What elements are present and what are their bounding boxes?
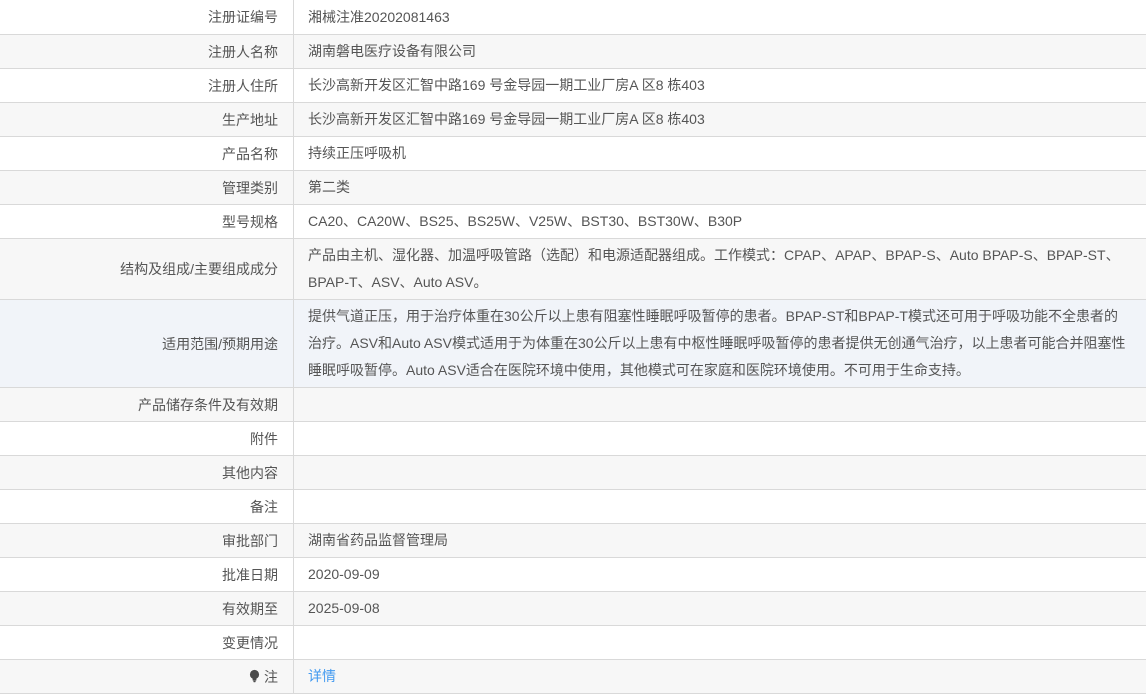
- row-value: 2020-09-09: [293, 558, 1146, 591]
- row-label: 产品储存条件及有效期: [0, 388, 293, 421]
- row-label: 型号规格: [0, 205, 293, 238]
- row-label-text: 管理类别: [222, 178, 278, 198]
- row-value-text: 提供气道正压，用于治疗体重在30公斤以上患有阻塞性睡眠呼吸暂停的患者。BPAP-…: [308, 303, 1126, 384]
- row-value: [293, 456, 1146, 489]
- table-row: 有效期至 2025-09-08: [0, 591, 1146, 625]
- row-value: 湖南磐电医疗设备有限公司: [293, 35, 1146, 68]
- row-value-text: 长沙高新开发区汇智中路169 号金导园一期工业厂房A 区8 栋403: [308, 106, 705, 133]
- row-value-text: 湖南省药品监督管理局: [308, 527, 448, 554]
- row-label-text: 适用范围/预期用途: [162, 334, 278, 354]
- table-row: 产品名称 持续正压呼吸机: [0, 136, 1146, 170]
- row-value: 提供气道正压，用于治疗体重在30公斤以上患有阻塞性睡眠呼吸暂停的患者。BPAP-…: [293, 300, 1146, 387]
- row-label: 注册证编号: [0, 0, 293, 34]
- row-label: 注册人住所: [0, 69, 293, 102]
- table-row: 结构及组成/主要组成成分 产品由主机、湿化器、加温呼吸管路（选配）和电源适配器组…: [0, 238, 1146, 299]
- table-row: 批准日期 2020-09-09: [0, 557, 1146, 591]
- row-value: [293, 626, 1146, 659]
- row-label-text: 生产地址: [222, 110, 278, 130]
- row-label: 适用范围/预期用途: [0, 300, 293, 387]
- detail-link[interactable]: 详情: [308, 663, 336, 690]
- row-label-text: 注: [264, 667, 278, 687]
- row-label-text: 备注: [250, 497, 278, 517]
- row-value: [293, 490, 1146, 523]
- table-row: 注 详情: [0, 659, 1146, 693]
- table-row: 附件: [0, 421, 1146, 455]
- table-row: 其他内容: [0, 455, 1146, 489]
- table-row: 生产地址 长沙高新开发区汇智中路169 号金导园一期工业厂房A 区8 栋403: [0, 102, 1146, 136]
- row-value: 详情: [293, 660, 1146, 693]
- row-label-text: 附件: [250, 429, 278, 449]
- row-value-text: 长沙高新开发区汇智中路169 号金导园一期工业厂房A 区8 栋403: [308, 72, 705, 99]
- row-label: 其他内容: [0, 456, 293, 489]
- row-value-text: 2020-09-09: [308, 561, 380, 588]
- row-label-text: 产品储存条件及有效期: [138, 395, 278, 415]
- row-label-text: 注册人名称: [208, 42, 278, 62]
- row-value: CA20、CA20W、BS25、BS25W、V25W、BST30、BST30W、…: [293, 205, 1146, 238]
- table-row: 产品储存条件及有效期: [0, 387, 1146, 421]
- table-row: 管理类别 第二类: [0, 170, 1146, 204]
- row-label-text: 型号规格: [222, 212, 278, 232]
- row-label-text: 结构及组成/主要组成成分: [120, 259, 278, 279]
- row-value: 长沙高新开发区汇智中路169 号金导园一期工业厂房A 区8 栋403: [293, 103, 1146, 136]
- row-label: 生产地址: [0, 103, 293, 136]
- row-label-text: 批准日期: [222, 565, 278, 585]
- row-label-text: 注册证编号: [208, 7, 278, 27]
- row-value: 第二类: [293, 171, 1146, 204]
- row-label: 附件: [0, 422, 293, 455]
- table-row: 注册人名称 湖南磐电医疗设备有限公司: [0, 34, 1146, 68]
- row-value-text: 2025-09-08: [308, 595, 380, 622]
- row-value-text: 第二类: [308, 174, 350, 201]
- row-value: [293, 388, 1146, 421]
- table-row: 注册证编号 湘械注准20202081463: [0, 0, 1146, 34]
- row-value: 长沙高新开发区汇智中路169 号金导园一期工业厂房A 区8 栋403: [293, 69, 1146, 102]
- row-label: 有效期至: [0, 592, 293, 625]
- table-row: 型号规格 CA20、CA20W、BS25、BS25W、V25W、BST30、BS…: [0, 204, 1146, 238]
- row-label: 注册人名称: [0, 35, 293, 68]
- row-value-text: 湖南磐电医疗设备有限公司: [308, 38, 476, 65]
- table-row: 备注: [0, 489, 1146, 523]
- registration-detail-table: 注册证编号 湘械注准20202081463 注册人名称 湖南磐电医疗设备有限公司…: [0, 0, 1146, 694]
- row-label-text: 有效期至: [222, 599, 278, 619]
- row-label-text: 其他内容: [222, 463, 278, 483]
- table-row: 审批部门 湖南省药品监督管理局: [0, 523, 1146, 557]
- row-value-text: 湘械注准20202081463: [308, 4, 450, 31]
- row-label: 批准日期: [0, 558, 293, 591]
- row-label: 注: [0, 660, 293, 693]
- row-label: 产品名称: [0, 137, 293, 170]
- row-label: 备注: [0, 490, 293, 523]
- row-value: 湖南省药品监督管理局: [293, 524, 1146, 557]
- row-label: 管理类别: [0, 171, 293, 204]
- row-label-text: 产品名称: [222, 144, 278, 164]
- row-label: 结构及组成/主要组成成分: [0, 239, 293, 299]
- row-label: 审批部门: [0, 524, 293, 557]
- row-label-text: 注册人住所: [208, 76, 278, 96]
- row-value: 产品由主机、湿化器、加温呼吸管路（选配）和电源适配器组成。工作模式：CPAP、A…: [293, 239, 1146, 299]
- row-value: 持续正压呼吸机: [293, 137, 1146, 170]
- row-label: 变更情况: [0, 626, 293, 659]
- row-label-text: 审批部门: [222, 531, 278, 551]
- row-value: 湘械注准20202081463: [293, 0, 1146, 34]
- row-value: [293, 422, 1146, 455]
- row-value-text: 持续正压呼吸机: [308, 140, 406, 167]
- table-row: 适用范围/预期用途 提供气道正压，用于治疗体重在30公斤以上患有阻塞性睡眠呼吸暂…: [0, 299, 1146, 387]
- table-row: 注册人住所 长沙高新开发区汇智中路169 号金导园一期工业厂房A 区8 栋403: [0, 68, 1146, 102]
- row-label-text: 变更情况: [222, 633, 278, 653]
- row-value-text: 产品由主机、湿化器、加温呼吸管路（选配）和电源适配器组成。工作模式：CPAP、A…: [308, 242, 1126, 296]
- row-value: 2025-09-08: [293, 592, 1146, 625]
- note-bulb-icon: [248, 669, 261, 684]
- table-row: 变更情况: [0, 625, 1146, 659]
- row-value-text: CA20、CA20W、BS25、BS25W、V25W、BST30、BST30W、…: [308, 208, 742, 235]
